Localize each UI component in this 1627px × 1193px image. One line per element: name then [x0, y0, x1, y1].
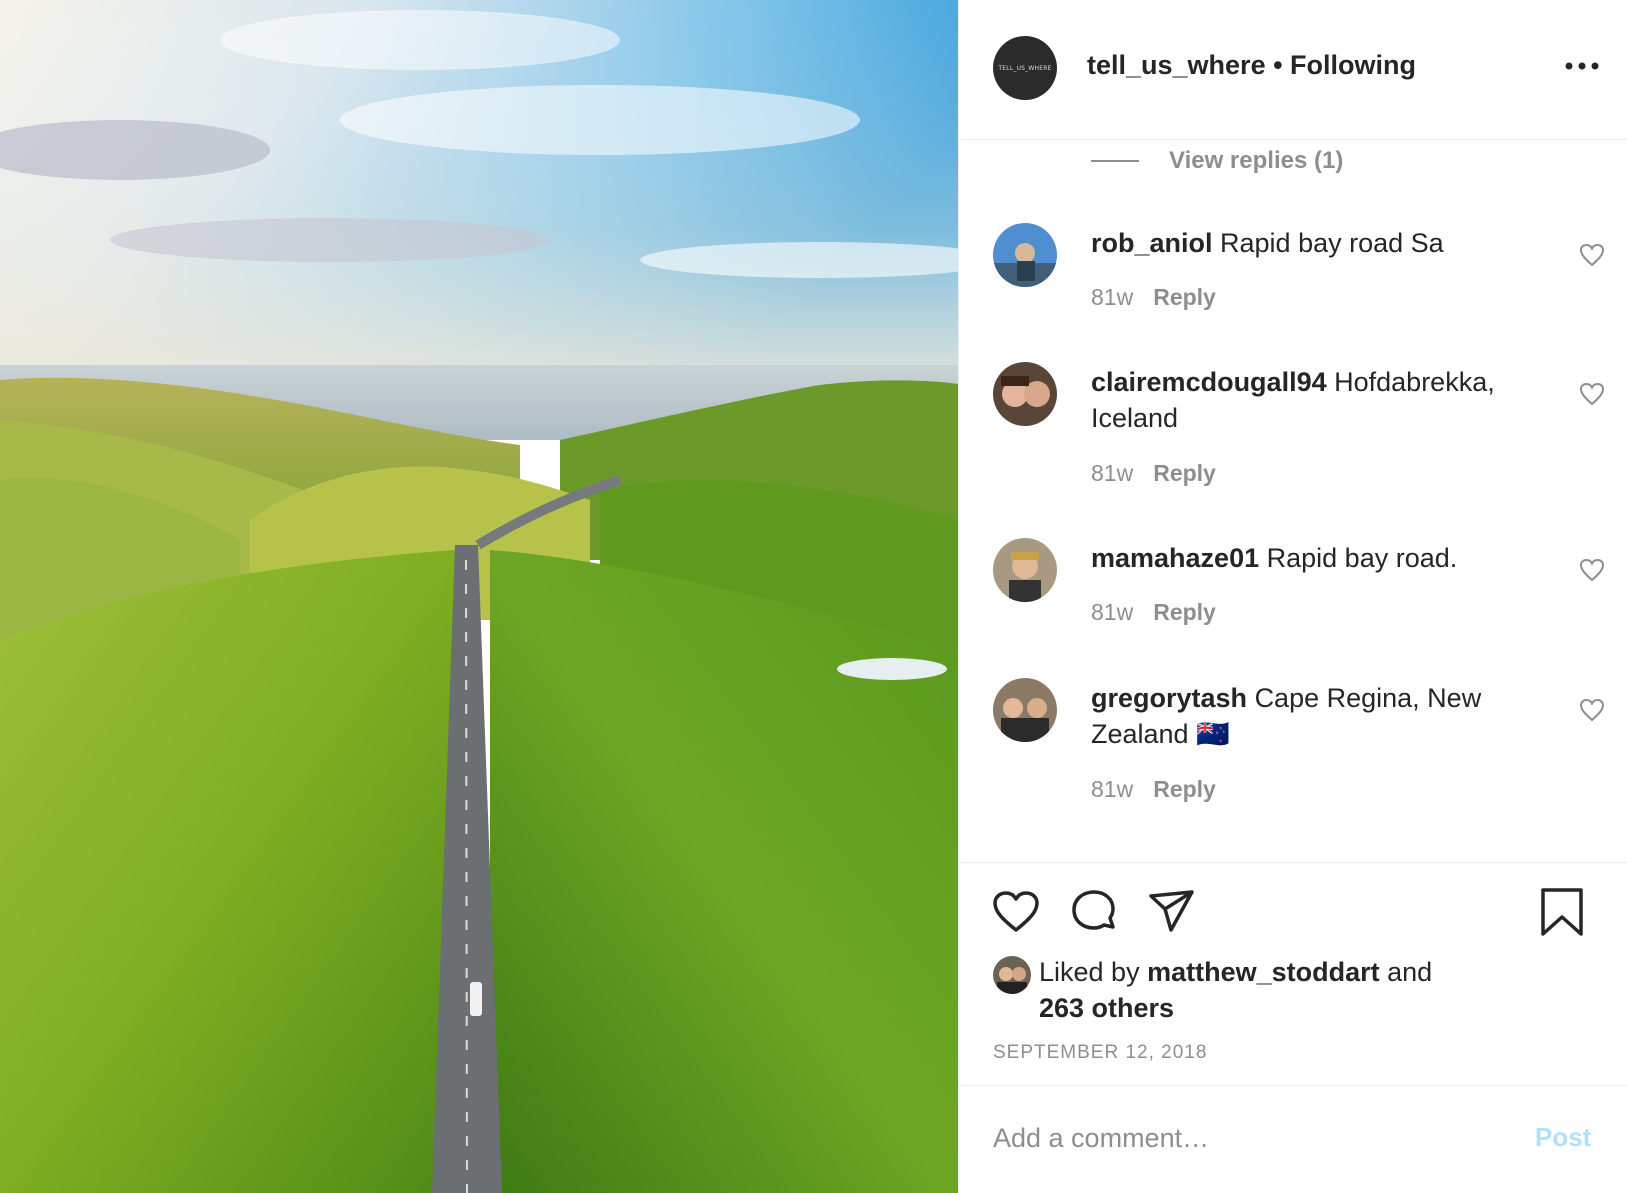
commenter-avatar[interactable]	[993, 538, 1057, 602]
post-date[interactable]: SEPTEMBER 12, 2018	[993, 1042, 1207, 1064]
comment-heart-icon[interactable]	[1579, 243, 1605, 267]
more-horizontal-icon[interactable]	[1564, 52, 1604, 82]
post-header: TELL_US_WHERE tell_us_where • Following	[959, 0, 1627, 140]
post-sidebar: TELL_US_WHERE tell_us_where • Following …	[958, 0, 1627, 1193]
reply-button[interactable]: Reply	[1153, 776, 1216, 802]
avatar-logo-text: TELL_US_WHERE	[998, 64, 1052, 72]
comment-text: gregorytash Cape Regina, New Zealand 🇳🇿	[1091, 680, 1531, 752]
comment-meta: 81w Reply	[1091, 776, 1216, 803]
comment-time: 81w	[1091, 599, 1134, 625]
reply-button[interactable]: Reply	[1153, 460, 1216, 486]
liker-avatar[interactable]	[993, 956, 1031, 994]
commenter-avatar[interactable]	[993, 678, 1057, 742]
likes-count[interactable]: 263 others	[1039, 993, 1174, 1023]
comment-content: Rapid bay road Sa	[1220, 228, 1444, 258]
bookmark-icon[interactable]	[1537, 887, 1587, 937]
likes-text: Liked by matthew_stoddart and 263 others	[1039, 954, 1499, 1026]
comment-meta: 81w Reply	[1091, 284, 1216, 311]
view-replies-link[interactable]: View replies (1)	[1091, 146, 1343, 176]
comment-username[interactable]: rob_aniol	[1091, 228, 1213, 258]
commenter-avatar[interactable]	[993, 362, 1057, 426]
comment-text: mamahaze01 Rapid bay road.	[1091, 540, 1531, 576]
view-replies-label: View replies (1)	[1169, 147, 1344, 174]
replies-divider	[1091, 160, 1139, 162]
comment-text: clairemcdougall94 Hofdabrekka, Iceland	[1091, 364, 1531, 436]
reply-button[interactable]: Reply	[1153, 599, 1216, 625]
comment-input[interactable]	[993, 1116, 1473, 1160]
add-comment-bar: Post	[959, 1085, 1627, 1193]
comment-username[interactable]: mamahaze01	[1091, 543, 1259, 573]
account-name-following[interactable]: tell_us_where • Following	[1087, 50, 1416, 81]
comment-meta: 81w Reply	[1091, 599, 1216, 626]
post-comment-button[interactable]: Post	[1535, 1122, 1591, 1153]
landscape-image	[0, 0, 958, 1193]
post-photo[interactable]	[0, 0, 958, 1193]
reply-button[interactable]: Reply	[1153, 284, 1216, 310]
comment-username[interactable]: gregorytash	[1091, 683, 1247, 713]
liker-username[interactable]: matthew_stoddart	[1147, 957, 1380, 987]
likes-and: and	[1379, 957, 1433, 987]
comment-meta: 81w Reply	[1091, 460, 1216, 487]
comment-text: rob_aniol Rapid bay road Sa	[1091, 225, 1531, 261]
paper-plane-icon[interactable]	[1147, 887, 1197, 937]
comment-content: Rapid bay road.	[1266, 543, 1458, 573]
commenter-avatar[interactable]	[993, 223, 1057, 287]
comment-username[interactable]: clairemcdougall94	[1091, 367, 1327, 397]
comment-time: 81w	[1091, 460, 1134, 486]
heart-icon[interactable]	[991, 887, 1041, 937]
comment-time: 81w	[1091, 284, 1134, 310]
comment-time: 81w	[1091, 776, 1134, 802]
comment-heart-icon[interactable]	[1579, 558, 1605, 582]
account-avatar[interactable]: TELL_US_WHERE	[993, 36, 1057, 100]
likes-prefix: Liked by	[1039, 957, 1148, 987]
comment-icon[interactable]	[1069, 887, 1119, 937]
comment-heart-icon[interactable]	[1579, 698, 1605, 722]
comment-heart-icon[interactable]	[1579, 382, 1605, 406]
